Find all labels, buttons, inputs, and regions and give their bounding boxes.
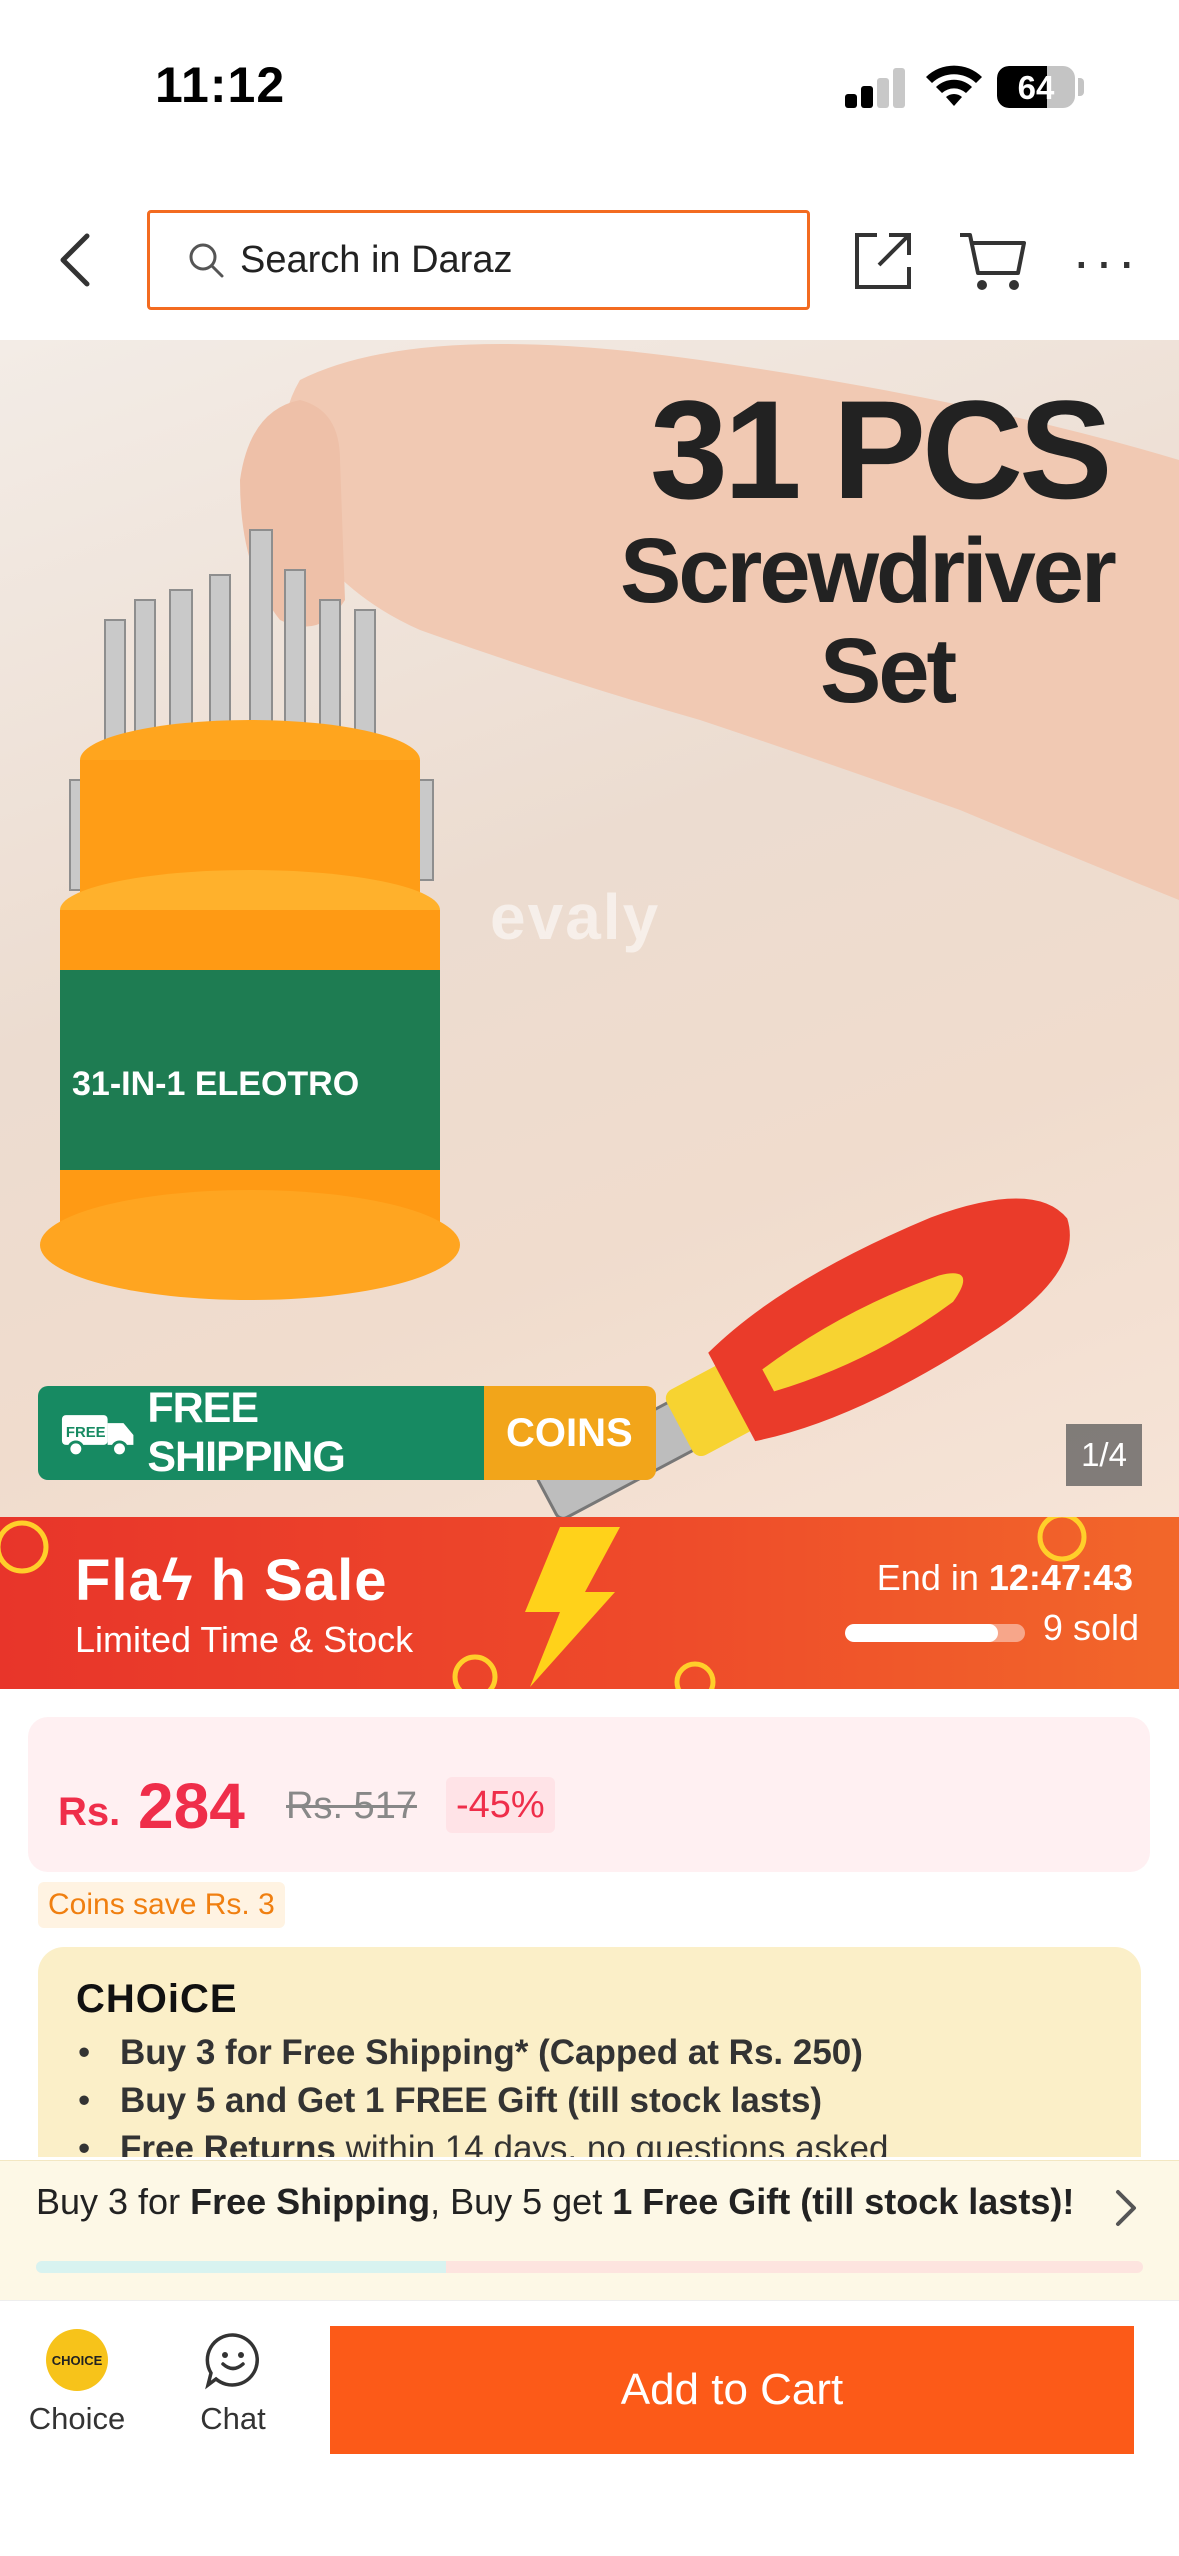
- battery-tip: [1078, 78, 1084, 96]
- countdown-label: End in: [876, 1557, 979, 1598]
- list-item: Free Returns within 14 days, no question…: [78, 2125, 889, 2157]
- current-price: 284: [138, 1770, 245, 1842]
- delivery-truck-icon: FREE: [61, 1415, 134, 1458]
- cart-button[interactable]: [955, 223, 1031, 299]
- hero-title: 31 PCS: [650, 371, 1112, 528]
- bottom-action-bar: CHOICE Choice Chat Add to Cart: [0, 2300, 1179, 2556]
- promo-text: Buy 3 for Free Shipping, Buy 5 get 1 Fre…: [36, 2181, 1075, 2222]
- more-button[interactable]: ···: [1068, 223, 1144, 299]
- price-currency: Rs.: [58, 1790, 121, 1834]
- search-icon: [189, 243, 224, 278]
- free-shipping-banner: FREE FREE SHIPPING COINS: [38, 1386, 656, 1480]
- sold-progress-bar: [845, 1624, 1025, 1642]
- battery-icon: 64: [997, 66, 1075, 108]
- chat-button[interactable]: Chat: [158, 2329, 308, 2437]
- list-item: Buy 5 and Get 1 FREE Gift (till stock la…: [78, 2077, 888, 2125]
- flash-sale-banner[interactable]: Flaϟ h Sale Limited Time & Stock End in …: [0, 1517, 1179, 1689]
- choice-benefit-list: Buy 3 for Free Shipping* (Capped at Rs. …: [78, 2029, 889, 2157]
- product-image[interactable]: 31-IN-1 ELEOTRO 31 PCS Screwdriver Set e…: [0, 340, 1179, 1517]
- svg-text:31-IN-1 ELEOTRO: 31-IN-1 ELEOTRO: [72, 1065, 359, 1103]
- cart-icon: [960, 233, 1026, 290]
- choice-badge-icon: CHOICE: [46, 2329, 108, 2391]
- back-arrow-icon: [60, 233, 90, 287]
- battery-level: 64: [1017, 69, 1055, 106]
- choice-logo: CHOiCE: [76, 1977, 238, 2021]
- coins-tag: COINS: [484, 1386, 656, 1480]
- status-time: 11:12: [155, 57, 286, 113]
- chevron-right-icon[interactable]: [1102, 2183, 1152, 2233]
- image-counter: 1/4: [1066, 1424, 1142, 1486]
- watermark: evaly: [490, 881, 661, 953]
- cellular-signal-icon: [845, 68, 907, 108]
- flash-sale-title: Flaϟ h Sale: [75, 1548, 388, 1613]
- flash-sale-countdown: End in 12:47:43: [877, 1557, 1133, 1599]
- list-item: Buy 3 for Free Shipping* (Capped at Rs. …: [78, 2029, 888, 2077]
- discount-badge: -45%: [446, 1777, 555, 1833]
- more-dots-icon: ···: [1072, 229, 1140, 292]
- choice-promo-strip[interactable]: Buy 3 for Free Shipping, Buy 5 get 1 Fre…: [0, 2160, 1179, 2300]
- free-shipping-tag: FREE FREE SHIPPING: [38, 1386, 484, 1480]
- hero-subtitle-2: Set: [820, 620, 957, 722]
- truck-free-label: FREE: [66, 1425, 106, 1441]
- share-icon: [855, 233, 911, 289]
- search-input[interactable]: Search in Daraz: [147, 210, 810, 310]
- flash-sale-subtitle: Limited Time & Stock: [75, 1619, 414, 1660]
- choice-benefits[interactable]: CHOiCE Buy 3 for Free Shipping* (Capped …: [38, 1947, 1141, 2157]
- search-placeholder: Search in Daraz: [240, 238, 513, 281]
- add-to-cart-button[interactable]: Add to Cart: [330, 2326, 1134, 2454]
- hero-subtitle: Screwdriver: [620, 520, 1117, 622]
- chat-label: Chat: [200, 2401, 266, 2436]
- header: Search in Daraz ···: [0, 195, 1179, 325]
- status-bar: 11:12 64: [0, 0, 1179, 170]
- wifi-icon: [926, 65, 982, 106]
- coins-save-badge: Coins save Rs. 3: [38, 1882, 285, 1928]
- back-button[interactable]: [40, 225, 110, 295]
- choice-tab-label: Choice: [28, 2401, 126, 2436]
- countdown-timer: 12:47:43: [988, 1557, 1133, 1598]
- sold-count: 9 sold: [1042, 1607, 1139, 1648]
- original-price: Rs. 517: [286, 1785, 417, 1827]
- choice-tab[interactable]: CHOICE Choice: [2, 2329, 152, 2437]
- share-button[interactable]: [845, 223, 921, 299]
- price-card: Rs. 284 Rs. 517 -45%: [28, 1717, 1150, 1872]
- free-shipping-label: FREE SHIPPING: [147, 1386, 345, 1480]
- chat-icon: [205, 2333, 259, 2390]
- promo-progress-bar: [36, 2261, 1143, 2273]
